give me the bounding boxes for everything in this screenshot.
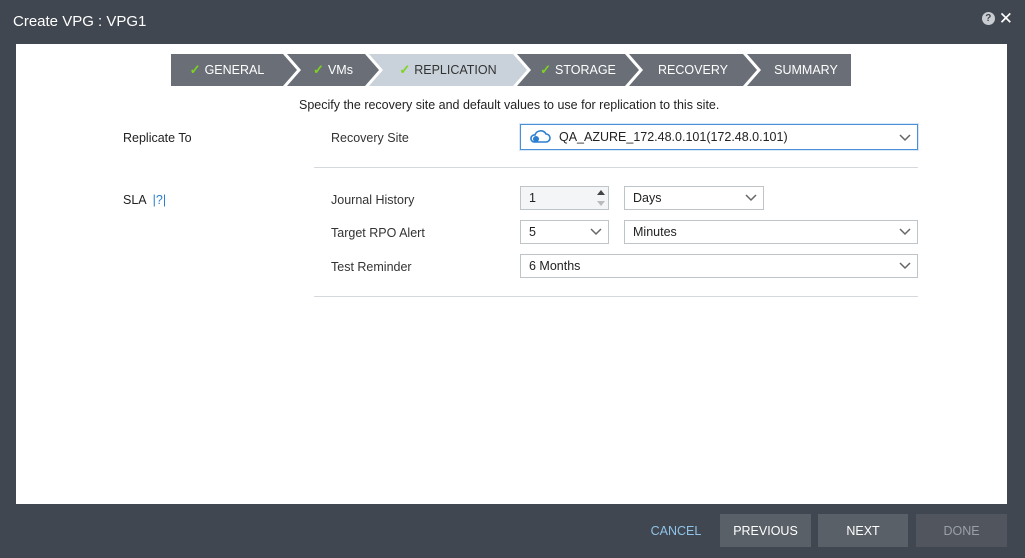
chevron-down-icon — [745, 194, 757, 202]
test-reminder-value: 6 Months — [529, 259, 581, 273]
recovery-site-select[interactable]: QA_AZURE_172.48.0.101(172.48.0.101) — [520, 124, 918, 150]
dialog-footer: CANCEL PREVIOUS NEXT DONE — [0, 504, 1025, 558]
sla-label: SLA |?| — [123, 193, 166, 207]
step-label: REPLICATION — [414, 63, 497, 77]
test-reminder-label: Test Reminder — [331, 260, 412, 274]
step-replication[interactable]: ✓ REPLICATION — [383, 54, 513, 86]
step-summary[interactable]: SUMMARY — [761, 54, 851, 86]
recovery-site-label: Recovery Site — [331, 131, 409, 145]
journal-history-unit-select[interactable]: Days — [624, 186, 764, 210]
step-label: GENERAL — [204, 63, 265, 77]
checkmark-icon: ✓ — [313, 62, 324, 77]
step-separator — [365, 54, 385, 86]
sla-help-link[interactable]: |?| — [153, 193, 166, 207]
divider — [314, 167, 918, 168]
step-separator — [625, 54, 645, 86]
step-label: SUMMARY — [774, 63, 838, 77]
close-icon[interactable]: ✕ — [999, 10, 1013, 27]
next-button[interactable]: NEXT — [818, 514, 908, 547]
divider — [314, 296, 918, 297]
checkmark-icon: ✓ — [189, 62, 201, 77]
instructions-text: Specify the recovery site and default va… — [299, 98, 720, 112]
journal-history-value: 1 — [529, 191, 536, 205]
target-rpo-unit-select[interactable]: Minutes — [624, 220, 918, 244]
step-label: RECOVERY — [658, 63, 728, 77]
checkmark-icon: ✓ — [399, 62, 411, 77]
spinner-arrows-icon[interactable] — [596, 188, 606, 208]
replicate-to-label: Replicate To — [123, 131, 192, 145]
step-general[interactable]: ✓ GENERAL — [171, 54, 283, 86]
dialog-title: Create VPG : VPG1 — [13, 13, 147, 30]
step-separator — [513, 54, 533, 86]
step-label: STORAGE — [555, 63, 616, 77]
chevron-down-icon — [899, 228, 911, 236]
chevron-down-icon — [899, 134, 911, 142]
create-vpg-dialog: Create VPG : VPG1 ? ✕ ✓ GENERAL ✓ VMs ✓ … — [0, 0, 1025, 558]
cloud-icon — [530, 130, 551, 143]
journal-history-label: Journal History — [331, 193, 415, 207]
wizard-steps: ✓ GENERAL ✓ VMs ✓ REPLICATION ✓ STORAGE … — [171, 54, 851, 86]
step-separator — [743, 54, 763, 86]
test-reminder-select[interactable]: 6 Months — [520, 254, 918, 278]
target-rpo-value: 5 — [529, 225, 536, 239]
checkmark-icon: ✓ — [540, 62, 551, 77]
target-rpo-select[interactable]: 5 — [520, 220, 609, 244]
journal-history-stepper[interactable]: 1 — [520, 186, 609, 210]
done-button[interactable]: DONE — [916, 514, 1007, 547]
target-rpo-label: Target RPO Alert — [331, 226, 425, 240]
wizard-content: ✓ GENERAL ✓ VMs ✓ REPLICATION ✓ STORAGE … — [16, 44, 1007, 504]
cancel-button[interactable]: CANCEL — [640, 514, 712, 547]
journal-history-unit-value: Days — [633, 191, 662, 205]
step-storage[interactable]: ✓ STORAGE — [531, 54, 625, 86]
chevron-down-icon — [899, 262, 911, 270]
dialog-titlebar: Create VPG : VPG1 ? ✕ — [0, 0, 1025, 42]
step-vms[interactable]: ✓ VMs — [301, 54, 365, 86]
target-rpo-unit-value: Minutes — [633, 225, 677, 239]
help-icon[interactable]: ? — [981, 12, 995, 25]
step-recovery[interactable]: RECOVERY — [643, 54, 743, 86]
step-separator — [283, 54, 303, 86]
sla-label-text: SLA — [123, 193, 147, 207]
chevron-down-icon — [590, 228, 602, 236]
step-label: VMs — [327, 63, 353, 77]
previous-button[interactable]: PREVIOUS — [720, 514, 811, 547]
recovery-site-value: QA_AZURE_172.48.0.101(172.48.0.101) — [559, 130, 788, 144]
